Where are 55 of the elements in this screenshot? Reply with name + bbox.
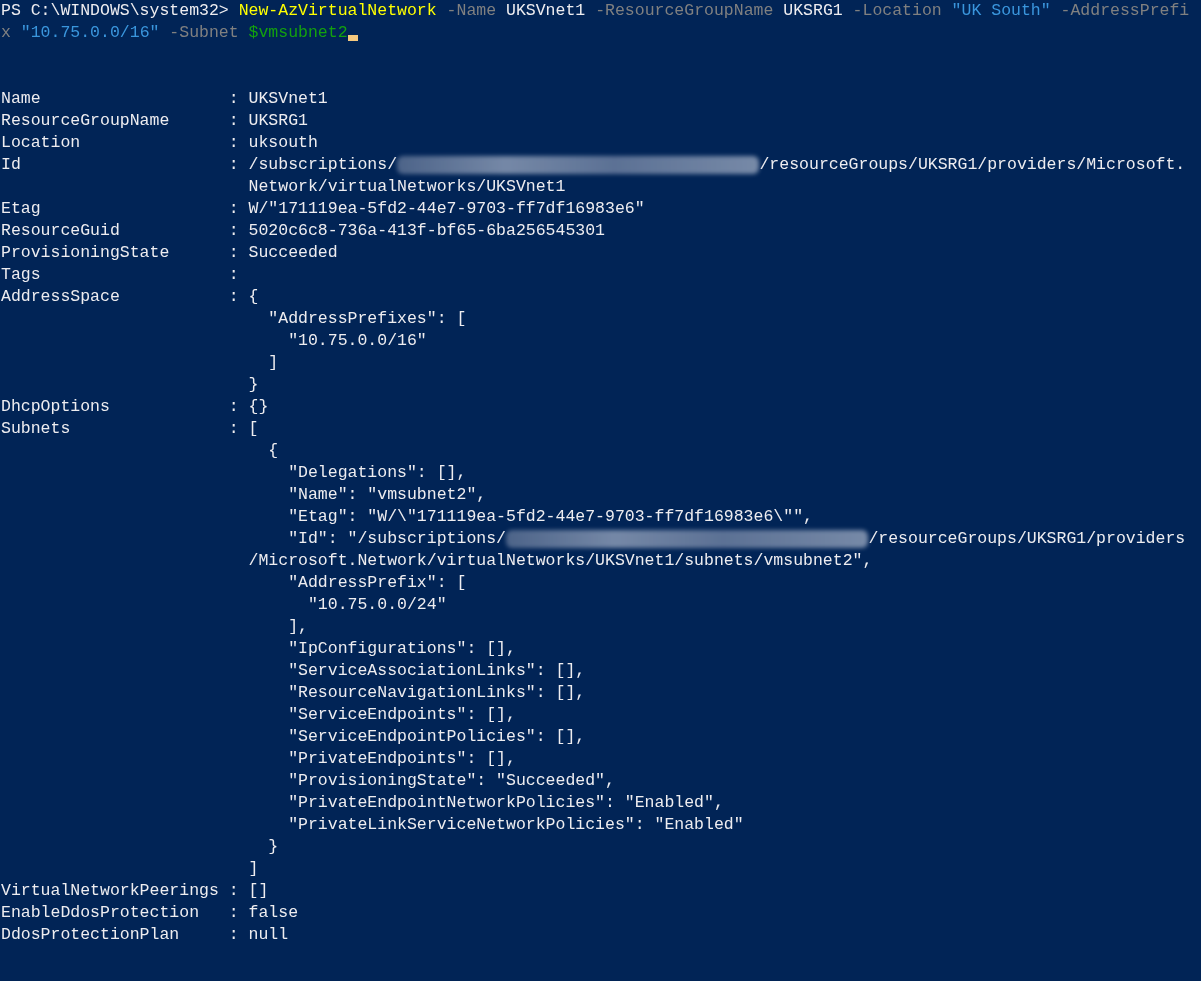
- parameter-name: -Name: [445, 0, 497, 22]
- output-text: "10.75.0.0/24": [306, 594, 447, 616]
- output-text: ]: [247, 858, 259, 880]
- output-text: }: [247, 374, 259, 396]
- parameter-name: -ResourceGroupName: [594, 0, 774, 22]
- output-text: ProvisioningState : Succeeded: [1, 242, 338, 264]
- output-text: ResourceGuid : 5020c6c8-736a-413f-bf65-6ba256545301: [1, 220, 605, 242]
- output-text: "AddressPrefix": [: [287, 572, 467, 594]
- output-text: "PrivateEndpoints": [],: [287, 748, 516, 770]
- output-text: Name : UKSVnet1: [1, 88, 328, 110]
- output-text: Subnets : [: [1, 418, 259, 440]
- output-text: "ResourceNavigationLinks": [],: [287, 682, 586, 704]
- output-text: Tags :: [1, 264, 239, 286]
- output-text: "IpConfigurations": [],: [287, 638, 516, 660]
- output-text: ResourceGroupName : UKSRG1: [1, 110, 308, 132]
- output-text: }: [267, 836, 279, 858]
- output-text: /resourceGroups/UKSRG1/providers: [868, 528, 1186, 550]
- output-text: DhcpOptions : {}: [1, 396, 269, 418]
- output-text: "Id": "/subscriptions/: [287, 528, 506, 550]
- parameter-name: -Location: [851, 0, 942, 22]
- output-text: {: [267, 440, 279, 462]
- parameter-name: x: [1, 22, 11, 44]
- output-text: "Name": "vmsubnet2",: [287, 484, 487, 506]
- output-text: ]: [267, 352, 279, 374]
- output-text: "AddressPrefixes": [: [267, 308, 467, 330]
- parameter-name: -Subnet: [168, 22, 239, 44]
- output-text: "PrivateEndpointNetworkPolicies": "Enabled",: [287, 792, 724, 814]
- output-text: UKSRG1: [782, 0, 843, 22]
- output-text: EnableDdosProtection : false: [1, 902, 299, 924]
- string-value: "UK South": [950, 0, 1051, 22]
- output-text: "10.75.0.0/16": [287, 330, 427, 352]
- output-text: "ServiceEndpointPolicies": [],: [287, 726, 586, 748]
- output-text: "ProvisioningState": "Succeeded",: [287, 770, 615, 792]
- prompt-text: PS C:\WINDOWS\system32>: [1, 0, 230, 22]
- output-text: Etag : W/"171119ea-5fd2-44e7-9703-ff7df16983e6": [1, 198, 645, 220]
- string-value: "10.75.0.0/16": [19, 22, 160, 44]
- output-text: UKSVnet1: [505, 0, 586, 22]
- output-text: Location : uksouth: [1, 132, 318, 154]
- variable-name: $vmsubnet2: [247, 22, 348, 44]
- output-text: VirtualNetworkPeerings : []: [1, 880, 269, 902]
- output-text: ],: [287, 616, 308, 638]
- output-text: Id : /subscriptions/: [1, 154, 398, 176]
- parameter-name: -AddressPrefi: [1059, 0, 1190, 22]
- output-text: DdosProtectionPlan : null: [1, 924, 289, 946]
- output-text: "Delegations": [],: [287, 462, 467, 484]
- output-text: "ServiceAssociationLinks": [],: [287, 660, 586, 682]
- output-text: "Etag": "W/\"171119ea-5fd2-44e7-9703-ff7df16983e6\"",: [287, 506, 813, 528]
- output-text: AddressSpace : {: [1, 286, 259, 308]
- output-text: Network/virtualNetworks/UKSVnet1: [247, 176, 566, 198]
- output-text: /Microsoft.Network/virtualNetworks/UKSVnet1/subnets/vmsubnet2",: [247, 550, 873, 572]
- command-name: New-AzVirtualNetwork: [238, 0, 437, 22]
- output-text: /resourceGroups/UKSRG1/providers/Microsoft.: [759, 154, 1186, 176]
- output-text: "PrivateLinkServiceNetworkPolicies": "Enabled": [287, 814, 744, 836]
- text-cursor: [347, 35, 358, 41]
- output-text: "ServiceEndpoints": [],: [287, 704, 516, 726]
